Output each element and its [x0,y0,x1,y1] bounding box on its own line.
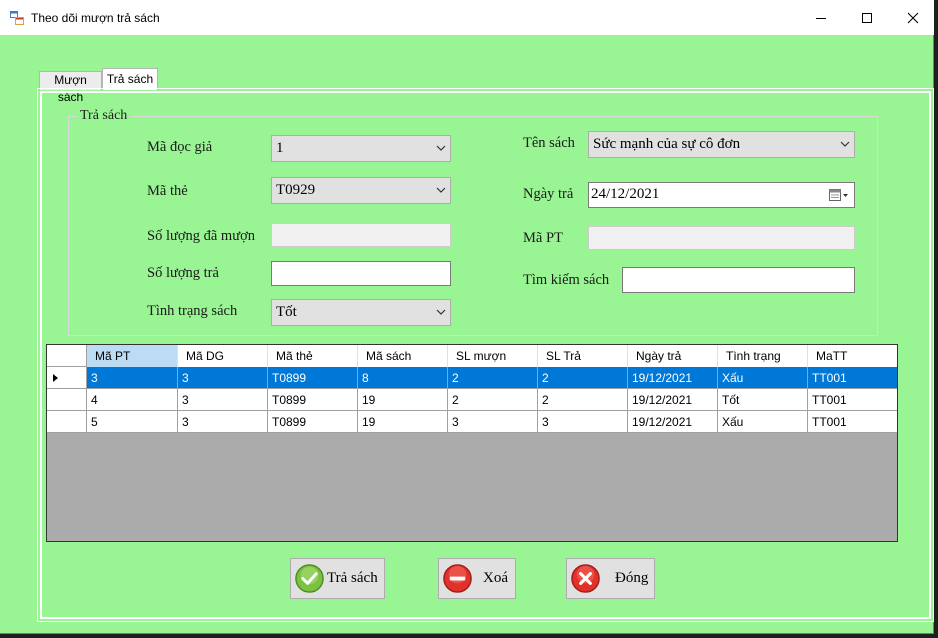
table-cell[interactable]: 3 [448,411,538,433]
label-so-luong-da-muon: Số lượng đã mượn [147,228,255,244]
label-so-luong-tra: Số lượng trả [147,265,219,281]
table-cell[interactable]: TT001 [808,411,897,433]
ma-pt-field[interactable] [588,226,855,250]
tra-sach-datagrid[interactable]: Mã PT Mã DG Mã thẻ Mã sách SL mượn SL Tr… [46,344,898,542]
grid-header-ma-the[interactable]: Mã thẻ [268,345,358,367]
ma-doc-gia-value: 1 [276,140,284,156]
chevron-down-icon [436,187,446,193]
grid-row-header[interactable] [47,411,87,433]
grid-header-ma-pt[interactable]: Mã PT [87,345,178,367]
table-cell[interactable]: TT001 [808,389,897,411]
table-cell[interactable]: 3 [538,411,628,433]
table-cell[interactable]: Xấu [718,411,808,433]
label-tinh-trang-sach: Tình trạng sách [147,303,238,319]
current-row-arrow-icon [53,374,58,382]
tim-kiem-sach-field[interactable] [622,267,855,293]
table-cell[interactable]: 19/12/2021 [628,389,718,411]
xoa-button[interactable]: Xoá [438,558,516,599]
tab-tra-sach[interactable]: Trả sách [102,68,158,90]
grid-header-ma-sach[interactable]: Mã sách [358,345,448,367]
grid-header-tinh-trang[interactable]: Tình trạng [718,345,808,367]
table-cell[interactable]: 3 [178,389,268,411]
minimize-button[interactable] [798,0,844,35]
grid-row-header[interactable] [47,367,87,389]
label-ten-sach: Tên sách [523,135,575,151]
close-circle-icon [571,564,600,593]
check-icon [295,564,324,593]
close-icon [907,12,919,23]
table-cell[interactable]: 4 [87,389,178,411]
so-luong-da-muon-field[interactable] [271,223,451,247]
label-ngay-tra: Ngày trả [523,186,574,202]
grid-header-ma-dg[interactable]: Mã DG [178,345,268,367]
label-tim-kiem-sach: Tìm kiếm sách [523,272,610,288]
ten-sach-combo[interactable]: Sức mạnh của sự cô đơn [588,131,855,158]
maximize-button[interactable] [844,0,890,35]
minus-circle-icon [443,564,472,593]
table-cell[interactable]: Tốt [718,389,808,411]
title-bar[interactable]: Theo dõi mượn trả sách [0,0,934,35]
calendar-icon[interactable] [829,189,849,202]
close-button[interactable] [890,0,936,35]
table-cell[interactable]: 5 [87,411,178,433]
label-ma-doc-gia: Mã đọc giả [147,139,213,155]
table-cell[interactable]: T0899 [268,411,358,433]
maximize-icon [862,12,872,23]
chevron-down-icon [436,145,446,151]
table-cell[interactable]: 19 [358,389,448,411]
groupbox-title: Trả sách [77,108,131,124]
table-cell[interactable]: 19/12/2021 [628,367,718,389]
table-cell[interactable]: 3 [87,367,178,389]
tinh-trang-sach-value: Tốt [276,304,297,320]
main-window: Theo dõi mượn trả sách Mượn sách Trả sác… [0,0,934,634]
table-cell[interactable]: 19/12/2021 [628,411,718,433]
ngay-tra-value: 24/12/2021 [591,186,660,202]
grid-corner-header[interactable] [47,345,87,367]
table-cell[interactable]: 3 [178,367,268,389]
so-luong-tra-field[interactable] [271,261,451,286]
ma-doc-gia-combo[interactable]: 1 [271,135,451,162]
window-title: Theo dõi mượn trả sách [31,11,160,25]
table-cell[interactable]: 19 [358,411,448,433]
tra-sach-button-label: Trả sách [327,570,378,586]
dong-button[interactable]: Đóng [566,558,655,599]
label-ma-pt: Mã PT [523,230,563,246]
chevron-down-icon [436,309,446,315]
grid-header-sl-muon[interactable]: SL mượn [448,345,538,367]
grid-header-sl-tra[interactable]: SL Trả [538,345,628,367]
table-cell[interactable]: 2 [448,389,538,411]
ten-sach-value: Sức mạnh của sự cô đơn [593,136,741,152]
table-cell[interactable]: 2 [448,367,538,389]
grid-row-header[interactable] [47,389,87,411]
table-cell[interactable]: T0899 [268,389,358,411]
xoa-button-label: Xoá [483,570,508,586]
table-cell[interactable]: 3 [178,411,268,433]
table-cell[interactable]: TT001 [808,367,897,389]
tra-sach-button[interactable]: Trả sách [290,558,385,599]
ngay-tra-datepicker[interactable]: 24/12/2021 [588,182,855,208]
tinh-trang-sach-combo[interactable]: Tốt [271,299,451,326]
table-cell[interactable]: 2 [538,389,628,411]
grid-header-ngay-tra[interactable]: Ngày trả [628,345,718,367]
ma-the-combo[interactable]: T0929 [271,177,451,204]
ma-the-value: T0929 [276,182,316,198]
dong-button-label: Đóng [615,570,649,586]
table-cell[interactable]: T0899 [268,367,358,389]
minimize-icon [816,17,826,19]
grid-header-matt[interactable]: MaTT [808,345,897,367]
app-icon [10,11,24,25]
table-cell[interactable]: 8 [358,367,448,389]
table-cell[interactable]: Xấu [718,367,808,389]
chevron-down-icon [840,141,850,147]
table-cell[interactable]: 2 [538,367,628,389]
label-ma-the: Mã thẻ [147,183,188,199]
